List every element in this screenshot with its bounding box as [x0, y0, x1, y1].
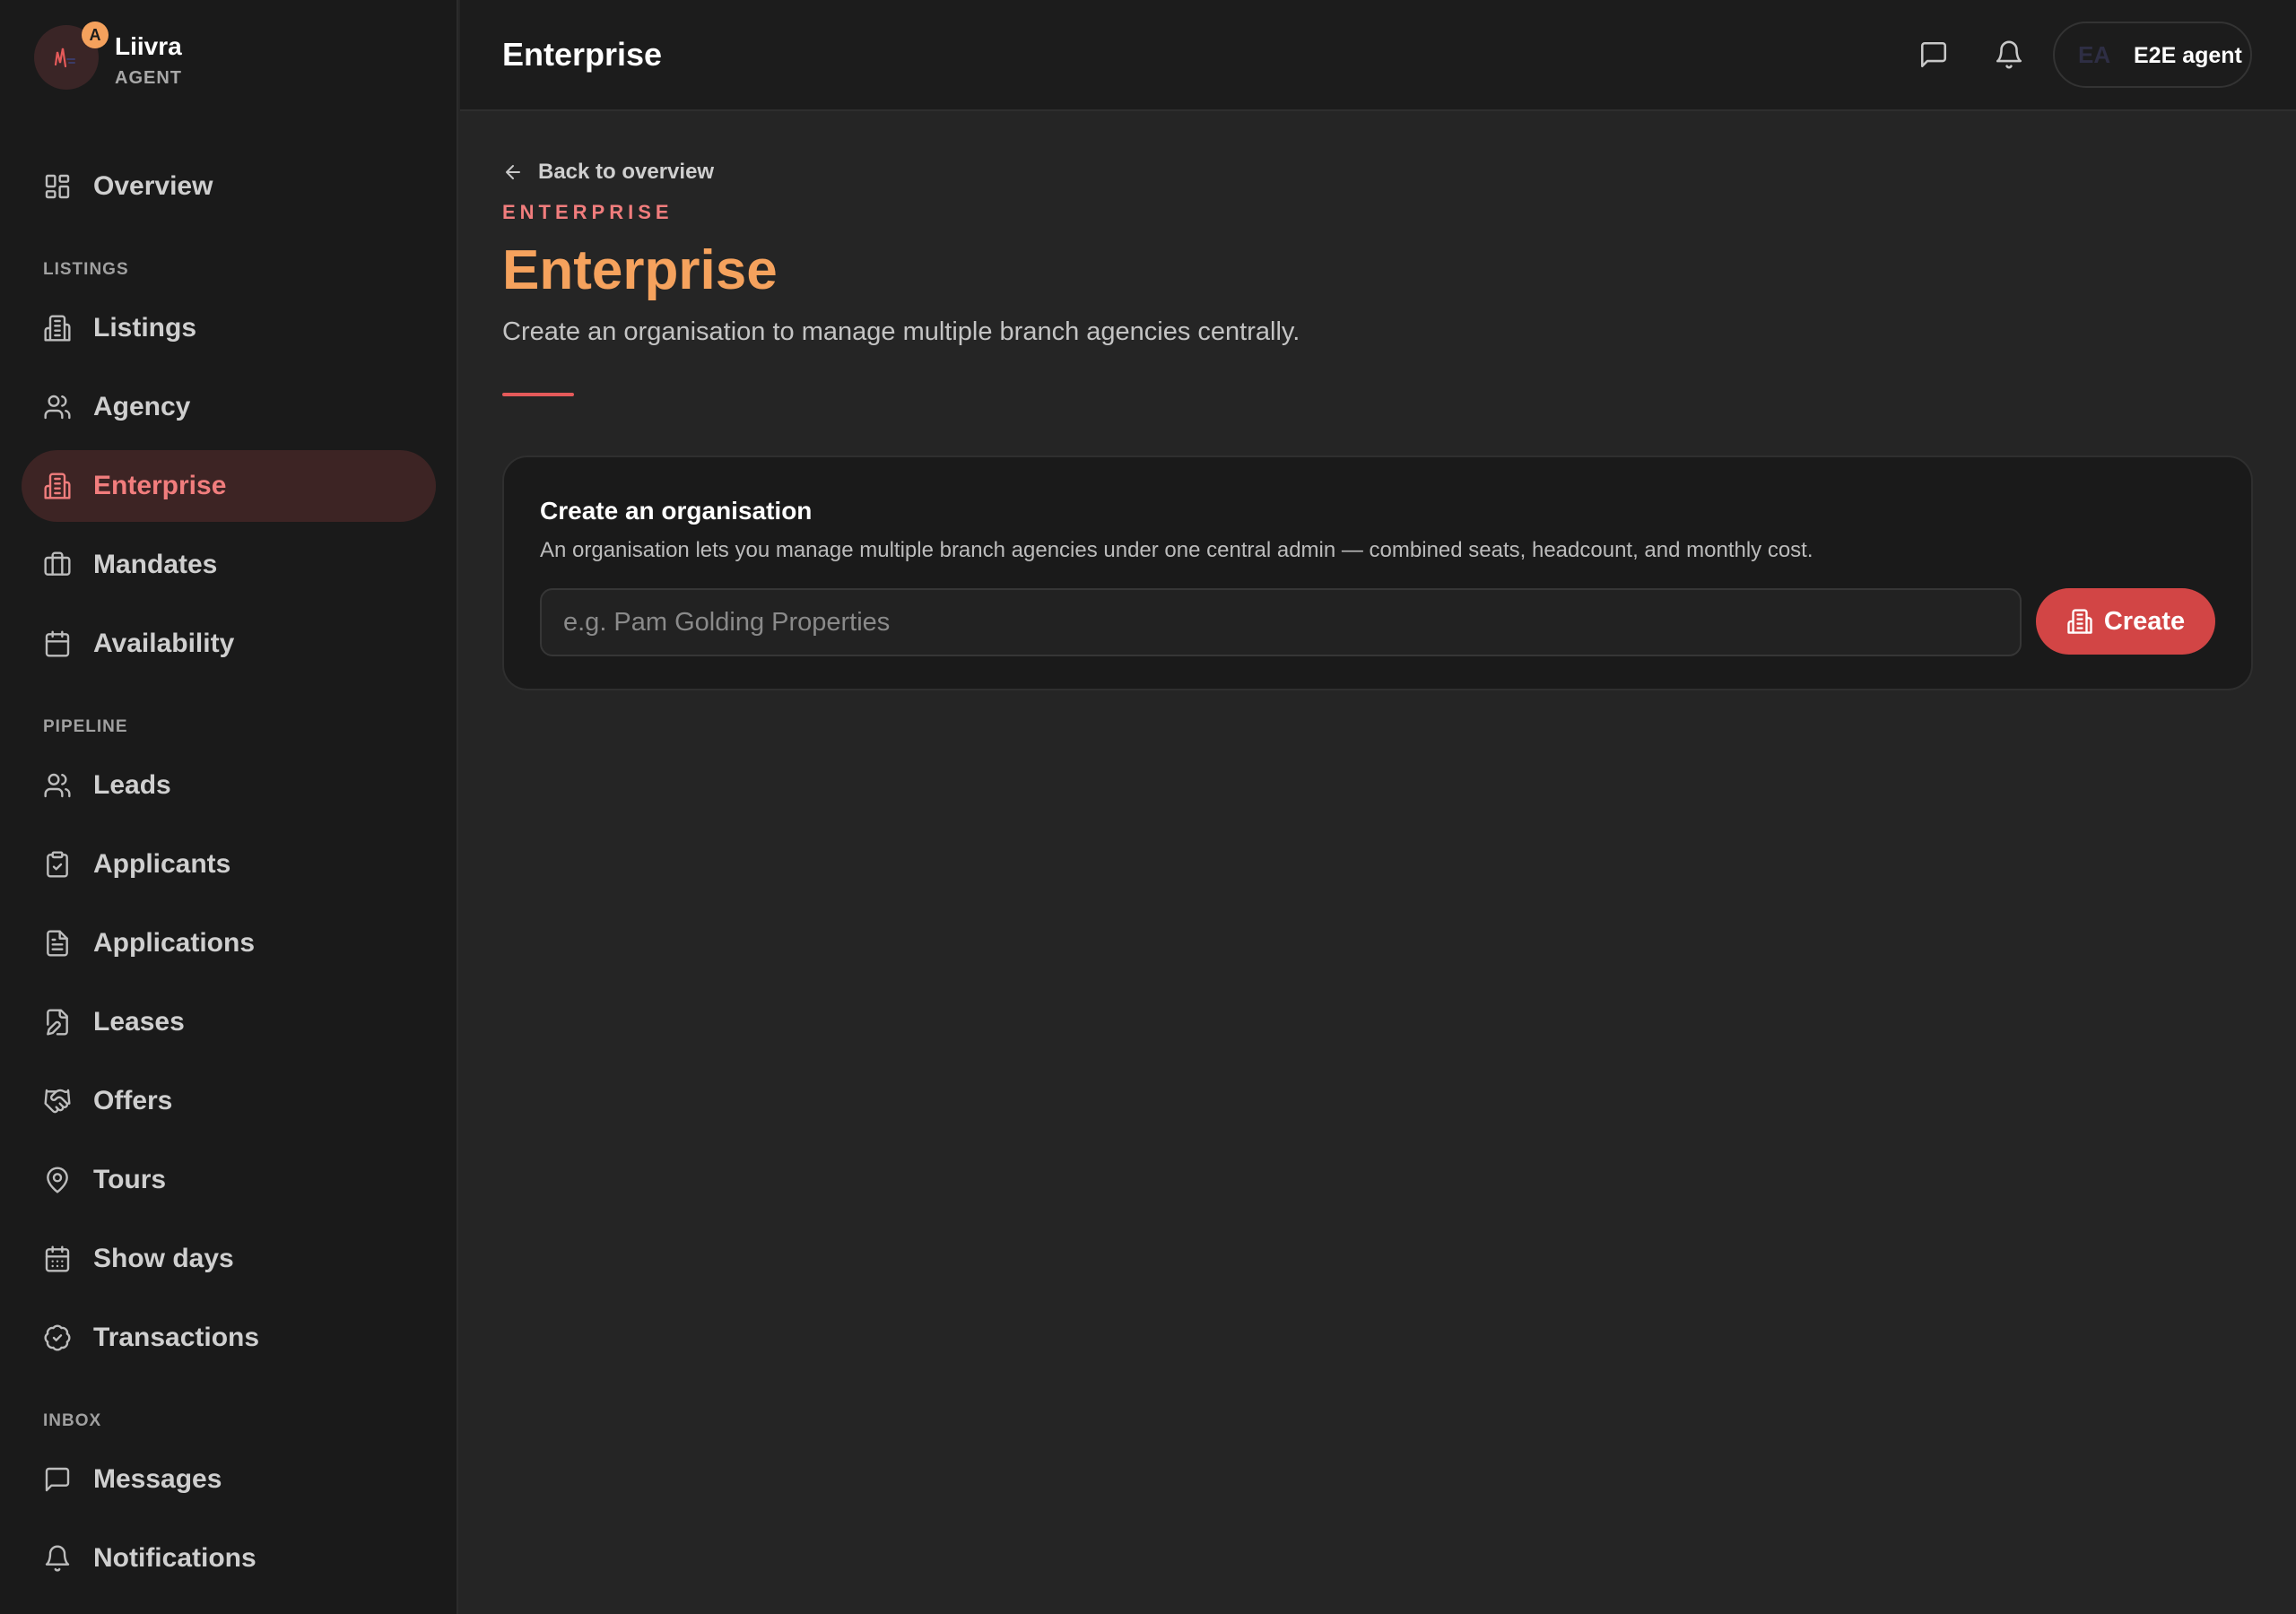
brand-name: Liivra	[115, 32, 182, 60]
page-title: Enterprise	[502, 239, 778, 301]
sidebar-item-applicants[interactable]: Applicants	[22, 829, 436, 900]
back-label: Back to overview	[538, 160, 715, 184]
sidebar-item-label: Listings	[93, 313, 197, 343]
sidebar-item-label: Applications	[93, 928, 256, 958]
handshake-icon	[43, 1087, 72, 1115]
building-icon	[2067, 609, 2092, 634]
sidebar-item-enterprise[interactable]: Enterprise	[22, 450, 436, 522]
sidebar-item-mandates[interactable]: Mandates	[22, 529, 436, 601]
calendar-days-icon	[43, 1245, 72, 1273]
users-icon	[43, 771, 72, 800]
top-header: Enterprise EA E2E agent	[460, 0, 2296, 111]
create-button-label: Create	[2103, 606, 2186, 636]
accent-divider	[502, 393, 574, 396]
building-icon	[43, 472, 72, 500]
brand-role: AGENT	[115, 68, 182, 88]
sidebar-item-leases[interactable]: Leases	[22, 986, 436, 1058]
messages-icon[interactable]	[1918, 39, 1949, 70]
sidebar-item-offers[interactable]: Offers	[22, 1065, 436, 1137]
building-icon	[43, 314, 72, 343]
sidebar-item-label: Transactions	[93, 1323, 260, 1352]
calendar-icon	[43, 629, 72, 658]
sidebar: A Liivra AGENT Overview LISTINGS Listing…	[0, 0, 458, 1614]
organisation-name-input[interactable]	[540, 588, 2022, 656]
sidebar-item-label: Enterprise	[93, 471, 227, 500]
user-name: E2E agent	[2134, 43, 2242, 68]
sidebar-item-label: Notifications	[93, 1543, 257, 1573]
sidebar-item-notifications[interactable]: Notifications	[22, 1523, 436, 1594]
create-button[interactable]: Create	[2036, 588, 2215, 655]
clipboard-check-icon	[43, 850, 72, 879]
nav-section-listings: LISTINGS	[43, 260, 129, 279]
sidebar-item-overview[interactable]: Overview	[22, 151, 436, 222]
sidebar-item-label: Applicants	[93, 849, 231, 879]
back-to-overview-link[interactable]: Back to overview	[502, 160, 714, 185]
badge-check-icon	[43, 1323, 72, 1352]
sidebar-item-label: Mandates	[93, 550, 218, 579]
sidebar-item-leads[interactable]: Leads	[22, 750, 436, 821]
sidebar-item-label: Offers	[93, 1086, 173, 1115]
page-eyebrow: ENTERPRISE	[502, 201, 674, 223]
sidebar-item-tours[interactable]: Tours	[22, 1144, 436, 1216]
arrow-left-icon	[506, 165, 520, 179]
sidebar-item-label: Agency	[93, 392, 191, 421]
card-title: Create an organisation	[540, 497, 813, 525]
sidebar-item-label: Show days	[93, 1244, 234, 1273]
create-organisation-card: Create an organisation An organisation l…	[502, 456, 2253, 690]
sidebar-item-applications[interactable]: Applications	[22, 907, 436, 979]
sidebar-item-label: Overview	[93, 171, 213, 201]
users-icon	[43, 393, 72, 421]
header-title: Enterprise	[502, 36, 663, 73]
avatar: EA	[2078, 41, 2111, 68]
file-text-icon	[43, 929, 72, 958]
sidebar-item-availability[interactable]: Availability	[22, 608, 436, 680]
file-pen-icon	[43, 1008, 72, 1037]
sidebar-item-show-days[interactable]: Show days	[22, 1223, 436, 1295]
sidebar-item-agency[interactable]: Agency	[22, 371, 436, 443]
grid-icon	[43, 172, 72, 201]
brand[interactable]: A Liivra AGENT	[34, 22, 393, 93]
sidebar-item-label: Availability	[93, 629, 235, 658]
user-menu-button[interactable]: EA E2E agent	[2053, 22, 2252, 88]
map-pin-icon	[43, 1166, 72, 1194]
sidebar-item-messages[interactable]: Messages	[22, 1444, 436, 1515]
briefcase-icon	[43, 551, 72, 579]
sidebar-item-label: Leases	[93, 1007, 185, 1037]
logo-mark-icon	[54, 48, 75, 68]
message-square-icon	[43, 1465, 72, 1494]
bell-icon[interactable]	[1994, 39, 2024, 70]
sidebar-item-label: Messages	[93, 1464, 222, 1494]
logo-badge: A	[82, 22, 109, 48]
card-description: An organisation lets you manage multiple…	[540, 538, 1813, 562]
sidebar-item-label: Leads	[93, 770, 171, 800]
nav-section-inbox: INBOX	[43, 1411, 102, 1430]
sidebar-item-label: Tours	[93, 1165, 167, 1194]
nav-section-pipeline: PIPELINE	[43, 717, 128, 736]
bell-icon	[43, 1544, 72, 1573]
sidebar-item-listings[interactable]: Listings	[22, 292, 436, 364]
page-subtitle: Create an organisation to manage multipl…	[502, 317, 1300, 346]
sidebar-item-transactions[interactable]: Transactions	[22, 1302, 436, 1374]
